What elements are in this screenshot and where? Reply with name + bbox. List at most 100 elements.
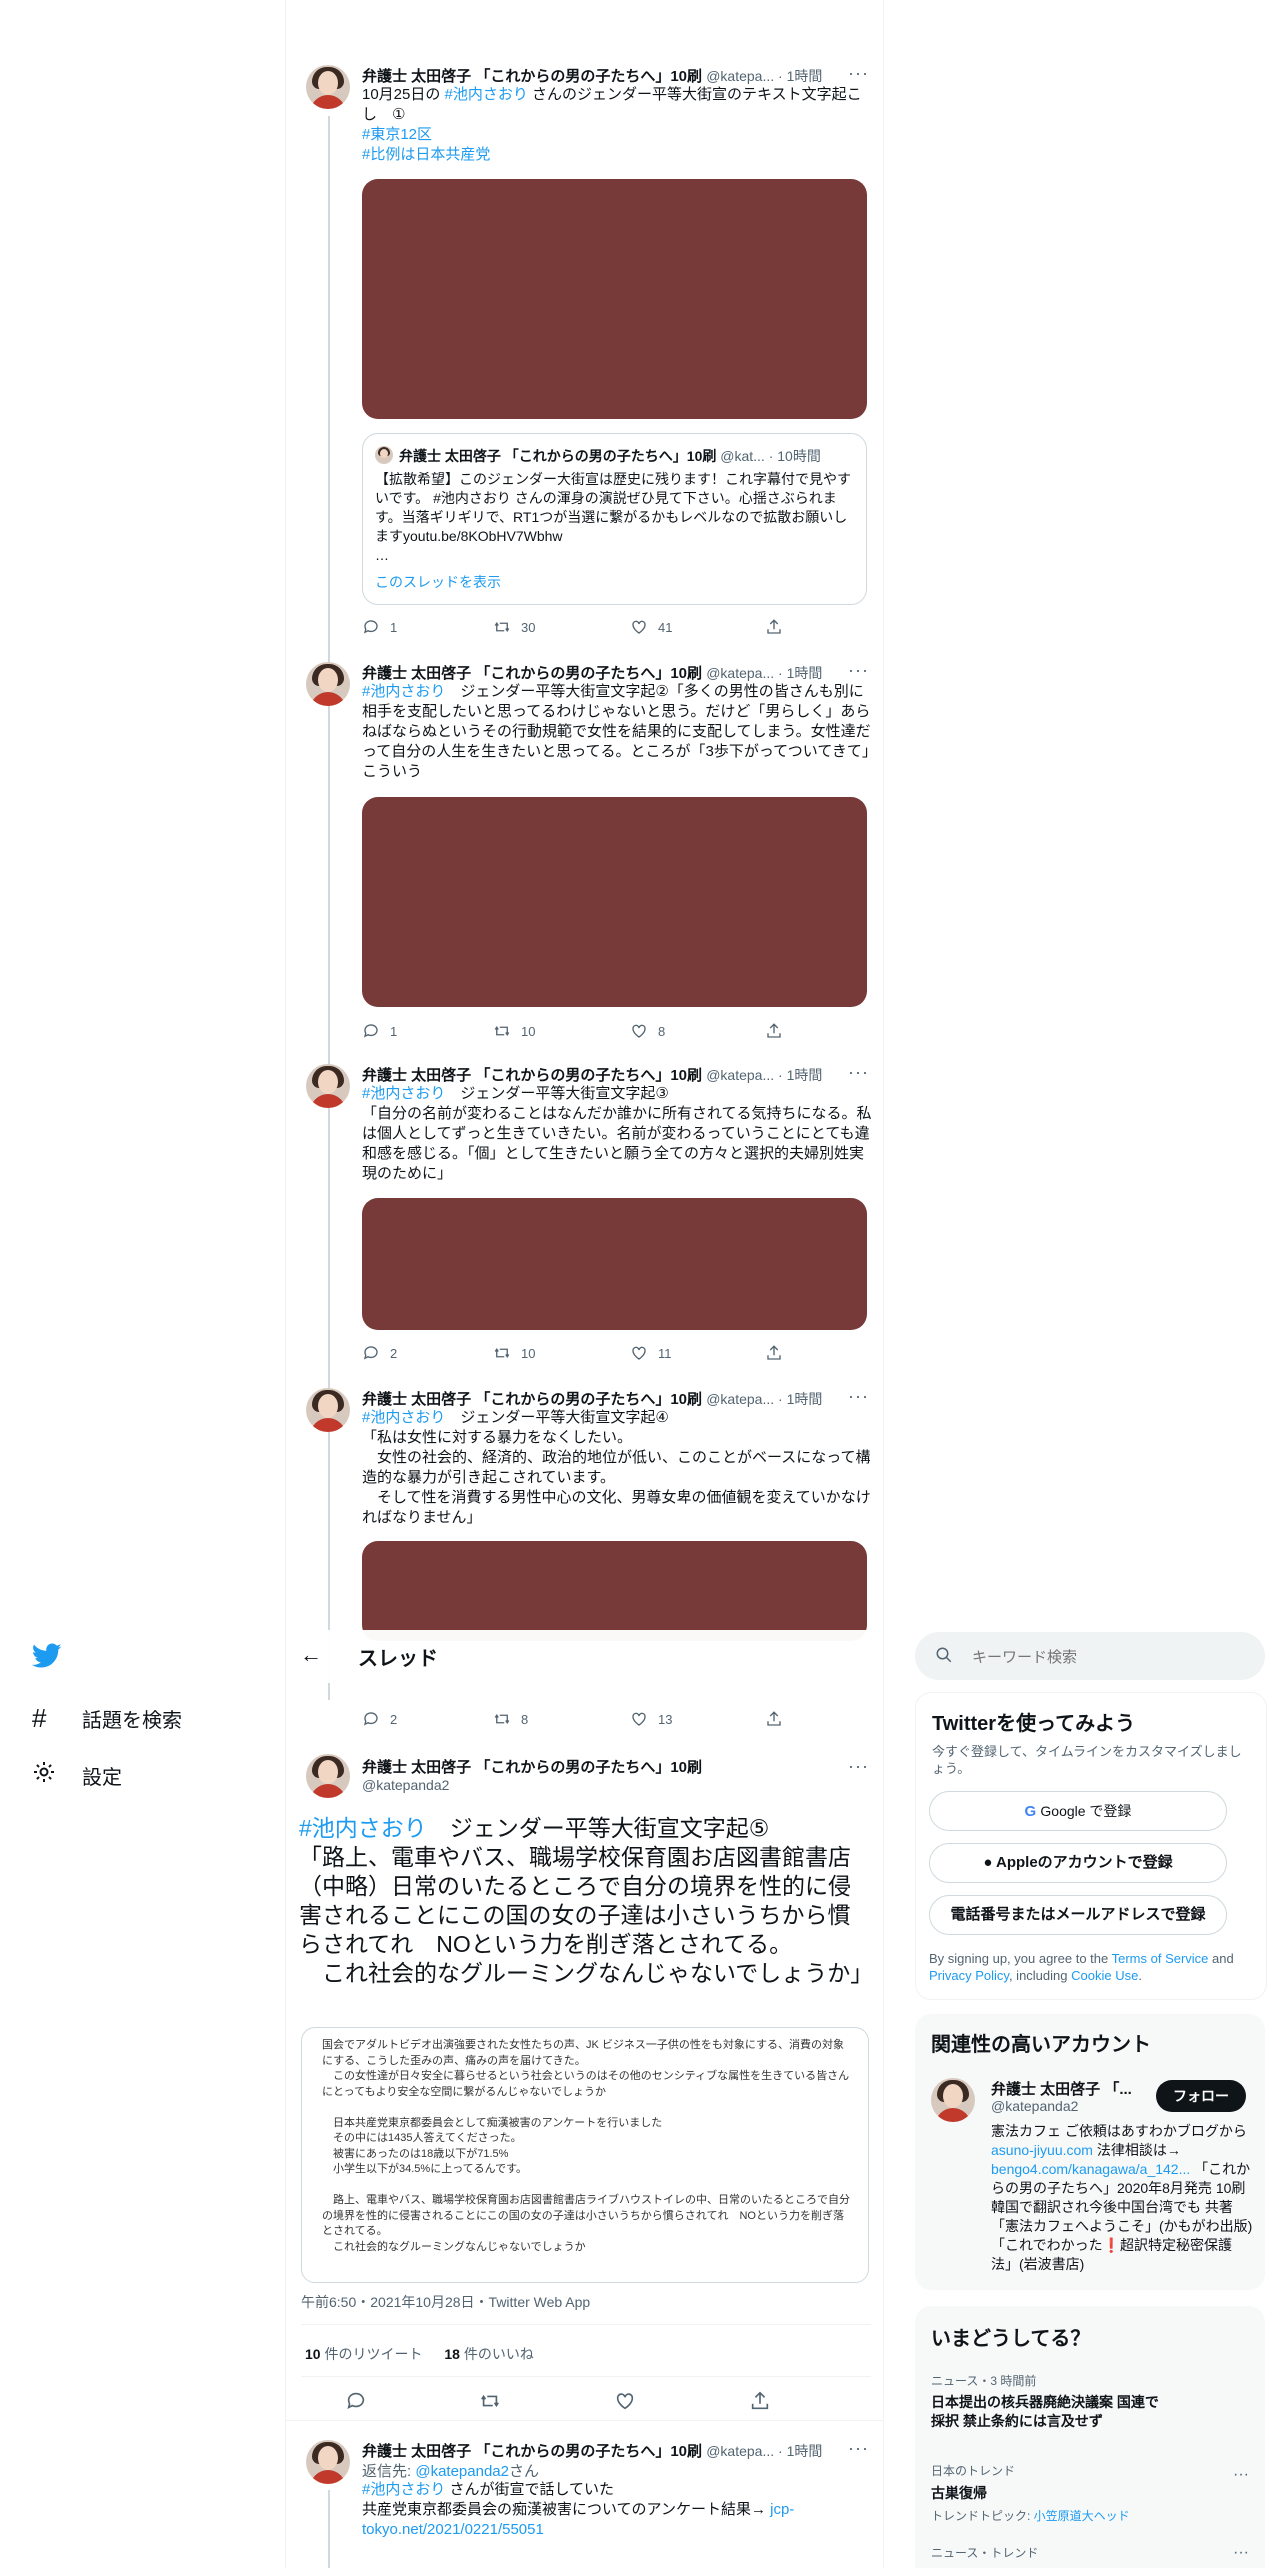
- trend-item[interactable]: 日本のトレンド 古巣復帰 トレンドトピック: 小笠原道大ヘッド: [931, 2462, 1251, 2524]
- like-button[interactable]: 8: [630, 1022, 665, 1040]
- retweet-button[interactable]: 10: [493, 1344, 535, 1362]
- tweet-time[interactable]: 1時間: [787, 68, 823, 84]
- author-handle[interactable]: @katepa...: [706, 2443, 774, 2459]
- like-button[interactable]: 11: [630, 1344, 672, 1362]
- like-button[interactable]: 41: [630, 618, 672, 636]
- author-name[interactable]: 弁護士 太田啓子 「これからの男の子たちへ」10刷: [362, 1067, 702, 1084]
- tweet-time[interactable]: 1時間: [787, 1391, 823, 1407]
- twitter-logo-icon[interactable]: [31, 1643, 62, 1674]
- heart-icon: [632, 620, 646, 634]
- nav-explore[interactable]: # 話題を検索: [32, 1703, 182, 1734]
- hashtag-link[interactable]: #池内さおり: [445, 86, 528, 103]
- more-icon[interactable]: ···: [848, 1756, 869, 1777]
- trend-item[interactable]: ニュース・3 時間前 日本提出の核兵器廃絶決議案 国連で採択 禁止条約には言及せ…: [931, 2372, 1251, 2431]
- like-button[interactable]: 13: [630, 1710, 672, 1728]
- tweet-1[interactable]: 弁護士 太田啓子 「これからの男の子たちへ」10刷 @katepa... · 1…: [285, 63, 883, 645]
- google-signup-button[interactable]: G Google で登録: [929, 1791, 1227, 1831]
- retweet-button[interactable]: 10: [493, 1022, 535, 1040]
- author-handle[interactable]: @katepa...: [706, 1067, 774, 1083]
- tweet-2[interactable]: 弁護士 太田啓子 「これからの男の子たちへ」10刷 @katepa... · 1…: [285, 660, 883, 1042]
- google-icon: G: [1024, 1803, 1037, 1820]
- engagement-stats: 10 件のリツイート 18 件のいいね: [305, 2344, 534, 2364]
- reply-button[interactable]: 2: [362, 1344, 397, 1362]
- more-icon[interactable]: ···: [848, 63, 869, 84]
- tweet-3[interactable]: 弁護士 太田啓子 「これからの男の子たちへ」10刷 @katepa... · 1…: [285, 1062, 883, 1364]
- author-handle[interactable]: @katepanda2: [362, 1777, 449, 1793]
- more-icon[interactable]: ···: [848, 660, 869, 681]
- avatar[interactable]: [306, 662, 350, 706]
- author-name[interactable]: 弁護士 太田啓子 「これからの男の子たちへ」10刷: [362, 68, 702, 85]
- phone-email-signup-button[interactable]: 電話番号またはメールアドレスで登録: [929, 1895, 1227, 1935]
- relevant-accounts-card: 関連性の高いアカウント 弁護士 太田啓子 「... @katepanda2 フォ…: [915, 2014, 1265, 2290]
- trend-item[interactable]: ニュース・トレンド: [931, 2544, 1251, 2561]
- author-name[interactable]: 弁護士 太田啓子 「これからの男の子たちへ」10刷: [362, 1391, 702, 1408]
- avatar[interactable]: [306, 2440, 350, 2484]
- hashtag-link[interactable]: #池内さおり: [299, 1815, 427, 1841]
- avatar[interactable]: [306, 1754, 350, 1798]
- avatar[interactable]: [306, 1064, 350, 1108]
- more-icon[interactable]: ···: [1233, 2466, 1249, 2484]
- nav-settings[interactable]: 設定: [32, 1760, 122, 1790]
- tweet-media-image[interactable]: [362, 1198, 867, 1330]
- cookie-link[interactable]: Cookie Use: [1071, 1968, 1138, 1983]
- tweet-media-image[interactable]: [362, 179, 867, 419]
- search-box[interactable]: [915, 1632, 1265, 1680]
- tweet-time[interactable]: 1時間: [787, 1067, 823, 1083]
- hashtag-link[interactable]: #池内さおり: [362, 2481, 445, 2498]
- tweet-time[interactable]: 1時間: [787, 2443, 823, 2459]
- author-name[interactable]: 弁護士 太田啓子 「これからの男の子たちへ」10刷: [362, 2443, 702, 2460]
- show-thread-link[interactable]: このスレッドを表示: [375, 572, 501, 592]
- bio-link[interactable]: asuno-jiyuu.com: [991, 2142, 1093, 2158]
- tweet-media-image[interactable]: [362, 1541, 867, 1641]
- share-button[interactable]: [765, 1022, 783, 1040]
- hashtag-link[interactable]: #東京12区: [362, 126, 432, 143]
- more-icon[interactable]: ···: [1233, 2544, 1249, 2562]
- avatar[interactable]: [306, 1388, 350, 1432]
- author-handle[interactable]: @katepa...: [706, 665, 774, 681]
- account-handle[interactable]: @katepanda2: [991, 2098, 1078, 2114]
- back-arrow-icon[interactable]: ←: [300, 1642, 322, 1668]
- retweet-button[interactable]: [479, 2390, 501, 2412]
- apple-signup-button[interactable]: ● Appleのアカウントで登録: [929, 1843, 1227, 1883]
- hashtag-link[interactable]: #池内さおり: [362, 1409, 445, 1426]
- tweet-time[interactable]: 1時間: [787, 665, 823, 681]
- like-count[interactable]: 18 件のいいね: [444, 2346, 533, 2362]
- retweet-count[interactable]: 10 件のリツイート: [305, 2346, 422, 2362]
- reply-tweet[interactable]: 弁護士 太田啓子 「これからの男の子たちへ」10刷 @katepa... · 1…: [285, 2438, 883, 2568]
- author-handle[interactable]: @katepa...: [706, 68, 774, 84]
- share-button[interactable]: [749, 2390, 771, 2412]
- follow-button[interactable]: フォロー: [1156, 2080, 1246, 2112]
- privacy-link[interactable]: Privacy Policy: [929, 1968, 1009, 1983]
- main-tweet-image[interactable]: 国会でアダルトビデオ出演強要された女性たちの声、JK ビジネス一子供の性をも対象…: [301, 2027, 869, 2283]
- account-name[interactable]: 弁護士 太田啓子 「...: [991, 2078, 1132, 2099]
- reply-button[interactable]: [345, 2390, 367, 2412]
- reply-button[interactable]: 2: [362, 1710, 397, 1728]
- retweet-button[interactable]: 8: [493, 1710, 528, 1728]
- more-icon[interactable]: ···: [848, 2438, 869, 2459]
- author-name[interactable]: 弁護士 太田啓子 「これからの男の子たちへ」10刷: [362, 665, 702, 682]
- hashtag-link[interactable]: #池内さおり: [362, 1085, 445, 1102]
- author-name[interactable]: 弁護士 太田啓子 「これからの男の子たちへ」10刷: [362, 1756, 702, 1777]
- quoted-tweet[interactable]: 弁護士 太田啓子 「これからの男の子たちへ」10刷 @kat... · 10時間…: [362, 433, 867, 605]
- tweet-header: 弁護士 太田啓子 「これからの男の子たちへ」10刷 @katepa... · 1…: [362, 68, 823, 85]
- hashtag-link[interactable]: #比例は日本共産党: [362, 146, 490, 163]
- retweet-button[interactable]: 30: [493, 618, 535, 636]
- reply-button[interactable]: 1: [362, 618, 397, 636]
- more-icon[interactable]: ···: [848, 1062, 869, 1083]
- like-button[interactable]: [614, 2390, 636, 2412]
- more-icon[interactable]: ···: [848, 1386, 869, 1407]
- share-button[interactable]: [765, 1710, 783, 1728]
- bio-link[interactable]: bengo4.com/kanagawa/a_142...: [991, 2161, 1190, 2177]
- reply-button[interactable]: 1: [362, 1022, 397, 1040]
- author-handle[interactable]: @katepa...: [706, 1391, 774, 1407]
- hashtag-link[interactable]: #池内さおり: [362, 683, 445, 700]
- tweet-media-image[interactable]: [362, 797, 867, 1007]
- tweet-timestamp[interactable]: 午前6:50・2021年10月28日・Twitter Web App: [301, 2292, 590, 2312]
- avatar[interactable]: [306, 65, 350, 109]
- terms-link[interactable]: Terms of Service: [1112, 1951, 1209, 1966]
- share-button[interactable]: [765, 1344, 783, 1362]
- reply-to-link[interactable]: @katepanda2: [415, 2463, 509, 2480]
- search-input[interactable]: [970, 1644, 1244, 1670]
- avatar[interactable]: [931, 2078, 975, 2122]
- share-button[interactable]: [765, 618, 783, 636]
